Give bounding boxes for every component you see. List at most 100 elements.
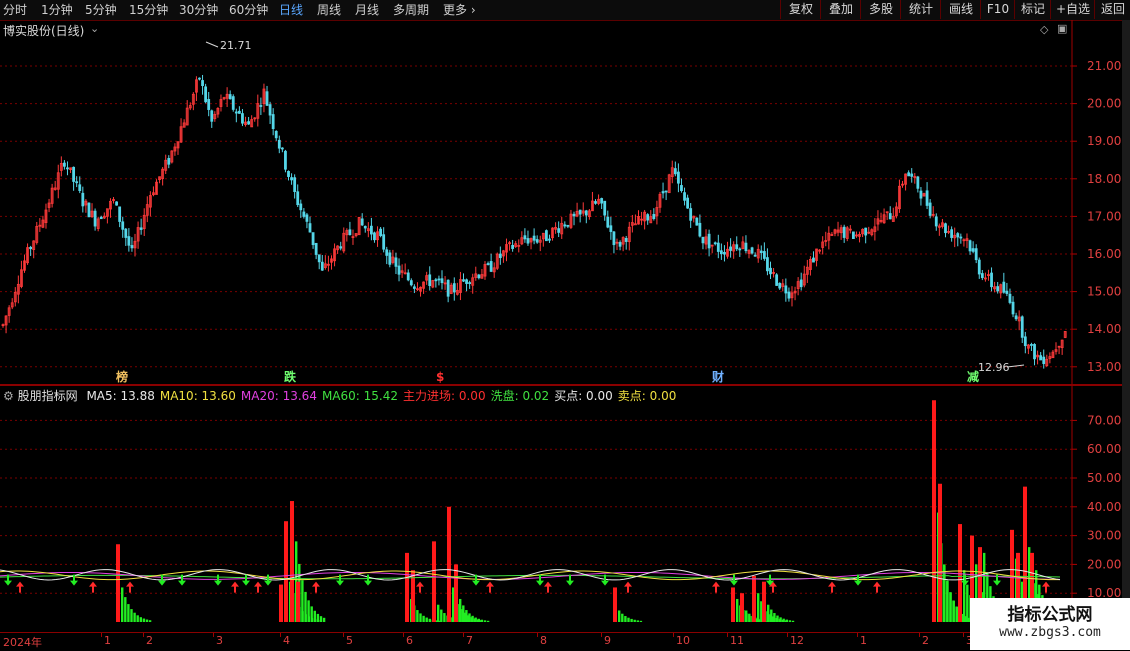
candle-body — [139, 227, 143, 230]
indicator-value-number: 0.00 — [582, 389, 613, 403]
candle-body — [661, 191, 665, 194]
toolbar-button-5[interactable]: F10 — [980, 0, 1015, 19]
period-tab-0[interactable]: 分时 — [3, 2, 27, 18]
candle-body — [713, 242, 717, 245]
toolbar-button-4[interactable]: 画线 — [940, 0, 981, 19]
candle-body — [928, 202, 932, 216]
candle-body — [916, 176, 920, 189]
month-label-12: 1 — [860, 634, 867, 647]
buy-arrow-icon — [16, 581, 24, 593]
event-marker-3: 财 — [711, 369, 724, 384]
candle-body — [977, 259, 981, 275]
period-tab-6[interactable]: 日线 — [279, 2, 303, 18]
wash-bar — [443, 613, 446, 622]
period-tab-5[interactable]: 60分钟 — [229, 2, 268, 18]
candle-body — [290, 177, 293, 181]
candle-body — [293, 177, 297, 192]
indicator-value-0: MA5: 13.88 — [86, 389, 154, 403]
candle-body — [296, 191, 300, 206]
candle-body — [673, 168, 677, 175]
main-force-bar — [762, 581, 766, 622]
candle-body — [305, 214, 309, 222]
sell-arrow-icon — [854, 574, 862, 586]
candle-body — [348, 229, 352, 236]
candlestick-chart[interactable]: 21.00 20.00 19.00 18.00 17.00 16.00 15.00 14.00… — [0, 20, 1130, 384]
period-tab-10[interactable]: 更多 › — [443, 2, 476, 18]
indicator-chart[interactable]: 70.0060.0050.0040.0030.0020.0010.00 — [0, 386, 1130, 632]
candle-body — [81, 192, 85, 207]
settings-icon[interactable]: ⚙ — [3, 389, 14, 403]
period-tab-2[interactable]: 5分钟 — [85, 2, 117, 18]
month-tick — [727, 633, 728, 637]
candle-body — [600, 198, 604, 204]
candle-body — [584, 210, 588, 216]
panel-toggle-icon[interactable]: ▣ — [1057, 22, 1067, 35]
period-tab-9[interactable]: 多周期 — [393, 2, 429, 18]
chevron-down-icon[interactable]: ⌄ — [90, 22, 99, 35]
wash-bar — [307, 600, 310, 622]
period-tab-8[interactable]: 月线 — [355, 2, 379, 18]
candle-body — [698, 222, 702, 237]
toolbar-button-6[interactable]: 标记 — [1014, 0, 1051, 19]
indicator-tick-label: 60.00 — [1087, 442, 1121, 456]
period-tab-1[interactable]: 1分钟 — [41, 2, 73, 18]
candle-body — [919, 190, 923, 199]
wash-bar — [471, 615, 474, 622]
candle-body — [572, 213, 576, 217]
candle-body — [1002, 281, 1006, 293]
wash-bar — [627, 617, 630, 622]
candle-body — [446, 279, 450, 297]
month-label-13: 2 — [922, 634, 929, 647]
wash-bar — [322, 617, 326, 622]
toolbar-button-1[interactable]: 叠加 — [820, 0, 861, 19]
candle-body — [944, 223, 947, 234]
candle-body — [910, 173, 914, 177]
candle-body — [701, 236, 705, 244]
candle-body — [1005, 290, 1009, 294]
wash-bar — [465, 610, 468, 622]
wash-bar — [955, 606, 958, 622]
candle-body — [388, 252, 392, 265]
buy-arrow-icon — [416, 581, 424, 593]
indicator-name: 股朋指标网 — [17, 389, 78, 403]
candle-body — [379, 228, 383, 237]
month-label-6: 7 — [466, 634, 473, 647]
toolbar-button-0[interactable]: 复权 — [780, 0, 821, 19]
candle-body — [385, 249, 389, 256]
toolbar-button-8[interactable]: 返回 — [1094, 0, 1130, 19]
month-label-9: 10 — [676, 634, 690, 647]
indicator-panel[interactable]: 70.00 60.00 50.00 40.00 30.00 20.00 10.00 ⚙ 股朋… — [0, 386, 1130, 632]
indicator-value-label: 卖点: — [617, 389, 646, 403]
month-label-3: 4 — [283, 634, 290, 647]
candle-body — [87, 202, 91, 218]
wash-bar — [633, 619, 636, 622]
main-force-bar — [432, 541, 436, 622]
wash-bar — [770, 609, 773, 622]
price-tick-label: 17.00 — [1087, 209, 1121, 223]
buy-arrow-icon — [126, 581, 134, 593]
month-tick — [343, 633, 344, 637]
wash-bar — [304, 591, 307, 622]
candle-body — [1020, 316, 1024, 338]
period-tab-3[interactable]: 15分钟 — [129, 2, 168, 18]
month-label-7: 8 — [540, 634, 547, 647]
diamond-icon[interactable]: ◇ — [1040, 23, 1048, 36]
candle-body — [394, 257, 398, 267]
candle-body — [563, 224, 567, 227]
candle-body — [578, 209, 582, 215]
candle-body — [486, 263, 490, 265]
main-chart-panel[interactable]: 21.00 20.00 19.00 18.00 17.00 16.00 15.00 14.00… — [0, 20, 1130, 384]
period-tab-7[interactable]: 周线 — [317, 2, 341, 18]
price-tick-label: 19.00 — [1087, 134, 1121, 148]
wash-bar — [474, 617, 477, 622]
candle-body — [766, 257, 769, 272]
candle-body — [907, 172, 911, 177]
candle-body — [864, 227, 868, 236]
month-tick — [537, 633, 538, 637]
period-tab-4[interactable]: 30分钟 — [179, 2, 218, 18]
toolbar-button-3[interactable]: 统计 — [900, 0, 941, 19]
wash-bar — [130, 609, 133, 622]
candle-body — [201, 80, 204, 87]
toolbar-button-2[interactable]: 多股 — [860, 0, 901, 19]
toolbar-button-7[interactable]: +自选 — [1050, 0, 1095, 19]
